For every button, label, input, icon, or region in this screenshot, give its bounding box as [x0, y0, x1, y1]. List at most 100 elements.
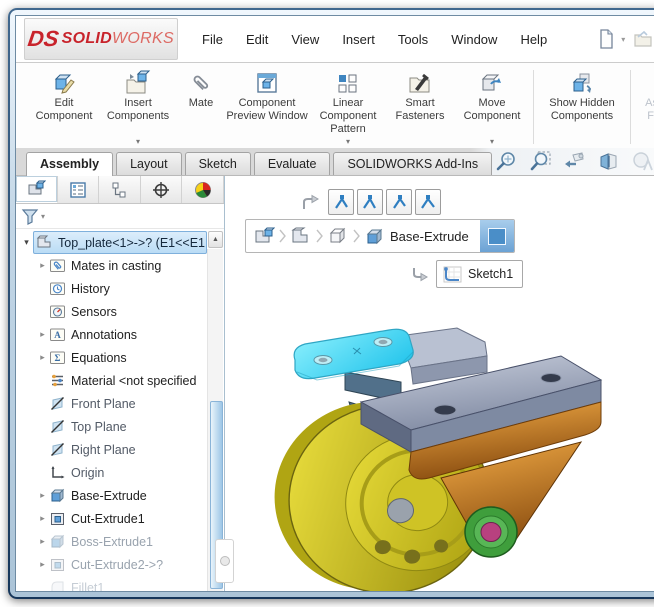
zoom-to-fit-icon[interactable] — [495, 150, 518, 173]
mate-glyph-icon — [419, 193, 437, 211]
tree-item-origin[interactable]: Origin — [16, 461, 224, 484]
breadcrumb-solid-body[interactable] — [325, 226, 351, 246]
panel-splitter-grip[interactable] — [215, 539, 234, 583]
quick-mate-coincident-button[interactable] — [328, 189, 354, 215]
mates-folder-icon — [49, 257, 66, 274]
main-area: ▾ Top_plate<1>->? (E1<<E1 — [16, 176, 654, 591]
expand-arrow-icon[interactable] — [36, 260, 49, 271]
equations-folder-icon: Σ — [49, 349, 66, 366]
tab-evaluate[interactable]: Evaluate — [254, 152, 331, 175]
tab-assembly[interactable]: Assembly — [26, 152, 113, 176]
panel-tab-strip — [16, 176, 224, 204]
material-icon — [49, 372, 66, 389]
expand-arrow-icon[interactable] — [36, 490, 49, 501]
part-icon — [290, 226, 312, 246]
tree-item-material[interactable]: Material <not specified — [16, 369, 224, 392]
move-component-button[interactable]: Move Component — [454, 66, 530, 148]
menu-view[interactable]: View — [291, 32, 319, 47]
quick-mate-perpendicular-button[interactable] — [386, 189, 412, 215]
show-hidden-components-button[interactable]: Show Hidden Components — [537, 66, 627, 148]
sketch1-label: Sketch1 — [468, 267, 513, 281]
smart-fasteners-button[interactable]: Smart Fasteners — [386, 66, 454, 148]
open-document-icon[interactable] — [632, 28, 654, 50]
quick-mate-parallel-button[interactable] — [357, 189, 383, 215]
previous-view-icon[interactable] — [563, 150, 586, 173]
plane-icon — [49, 441, 66, 458]
tree-root-top-plate[interactable]: Top_plate<1>->? (E1<<E1 — [16, 231, 224, 254]
edit-component-icon — [51, 69, 77, 96]
tree-item-right-plane[interactable]: Right Plane — [16, 438, 224, 461]
tab-layout[interactable]: Layout — [116, 152, 182, 175]
insert-components-button[interactable]: Insert Components — [98, 66, 178, 148]
tab-sketch[interactable]: Sketch — [185, 152, 251, 175]
quick-access-toolbar: ▾ ▾ — [595, 28, 654, 50]
tree-item-base-extrude[interactable]: Base-Extrude — [16, 484, 224, 507]
tree-item-boss-extrude1[interactable]: Boss-Extrude1 — [16, 530, 224, 553]
breadcrumb-base-extrude[interactable]: Base-Extrude — [362, 226, 478, 246]
tree-item-top-plane[interactable]: Top Plane — [16, 415, 224, 438]
tree-scrollbar-up-button[interactable]: ▲ — [208, 231, 223, 248]
origin-icon — [49, 464, 66, 481]
tree-item-mates[interactable]: Mates in casting — [16, 254, 224, 277]
menu-window[interactable]: Window — [451, 32, 497, 47]
tree-item-sensors[interactable]: Sensors — [16, 300, 224, 323]
configuration-manager-icon — [109, 181, 129, 199]
expand-arrow-icon[interactable] — [36, 352, 49, 363]
plane-icon — [49, 418, 66, 435]
tree-item-cut-extrude2[interactable]: Cut-Extrude2->? — [16, 553, 224, 576]
expand-arrow-icon[interactable] — [36, 329, 49, 340]
component-preview-window-button[interactable]: Component Preview Window — [224, 66, 310, 148]
zoom-to-area-icon[interactable] — [529, 150, 552, 173]
tab-solidworks-add-ins[interactable]: SOLIDWORKS Add-Ins — [333, 152, 492, 175]
section-view-icon[interactable] — [597, 150, 620, 173]
expand-arrow-icon[interactable] — [36, 536, 49, 547]
mate-glyph-icon — [361, 193, 379, 211]
title-bar: DS SOLIDWORKS File Edit View Insert Tool… — [16, 16, 654, 63]
edit-component-button[interactable]: Edit Component — [30, 66, 98, 148]
graphics-viewport[interactable]: Base-Extrude Sketc — [225, 176, 654, 591]
tree-item-history[interactable]: History — [16, 277, 224, 300]
quick-mate-tangent-button[interactable] — [415, 189, 441, 215]
view-settings-icon[interactable] — [631, 150, 654, 173]
expand-arrow-icon[interactable] — [20, 237, 33, 248]
filter-dropdown-icon[interactable]: ▾ — [41, 212, 45, 221]
breadcrumb-down-arrow-icon[interactable] — [411, 266, 430, 283]
tree-item-fillet1[interactable]: Fillet1 — [16, 576, 224, 591]
linear-component-pattern-icon — [335, 69, 361, 96]
tab-configuration-manager[interactable] — [99, 176, 141, 203]
expand-arrow-icon[interactable] — [36, 513, 49, 524]
top-plate-selected[interactable] — [294, 328, 487, 384]
tab-featuremanager-design-tree[interactable] — [16, 176, 58, 203]
new-document-dropdown-icon[interactable]: ▾ — [621, 35, 625, 44]
component-preview-window-icon — [254, 69, 280, 96]
part-icon — [36, 234, 53, 251]
breadcrumb-assembly[interactable] — [251, 226, 277, 246]
dimxpert-icon — [151, 181, 171, 199]
menu-edit[interactable]: Edit — [246, 32, 268, 47]
breadcrumb-selected-sketch-tile[interactable] — [480, 220, 514, 252]
tree-item-equations[interactable]: Σ Equations — [16, 346, 224, 369]
selected-root-row[interactable]: Top_plate<1>->? (E1<<E1 — [33, 231, 207, 254]
tree-item-front-plane[interactable]: Front Plane — [16, 392, 224, 415]
tree-item-annotations[interactable]: A Annotations — [16, 323, 224, 346]
sketch1-chip[interactable]: Sketch1 — [436, 260, 523, 288]
assembly-features-button[interactable]: Assembly Features — [634, 66, 654, 148]
tab-dimxpert-manager[interactable] — [141, 176, 183, 203]
chevron-right-icon — [316, 229, 323, 243]
menu-insert[interactable]: Insert — [342, 32, 375, 47]
menu-file[interactable]: File — [202, 32, 223, 47]
mate-button[interactable]: Mate — [178, 66, 224, 148]
linear-component-pattern-button[interactable]: Linear Component Pattern — [310, 66, 386, 148]
new-document-icon[interactable] — [595, 28, 617, 50]
tab-property-manager[interactable] — [58, 176, 100, 203]
expand-arrow-icon[interactable] — [36, 559, 49, 570]
menu-help[interactable]: Help — [520, 32, 547, 47]
tab-display-manager[interactable] — [182, 176, 224, 203]
caster-wheel-model[interactable] — [249, 294, 629, 591]
menu-tools[interactable]: Tools — [398, 32, 428, 47]
filter-funnel-icon[interactable] — [21, 208, 39, 225]
heads-up-view-toolbar — [495, 150, 654, 175]
tree-item-cut-extrude1[interactable]: Cut-Extrude1 — [16, 507, 224, 530]
breadcrumb-part[interactable] — [288, 226, 314, 246]
breadcrumb-up-arrow-icon[interactable] — [301, 194, 321, 211]
